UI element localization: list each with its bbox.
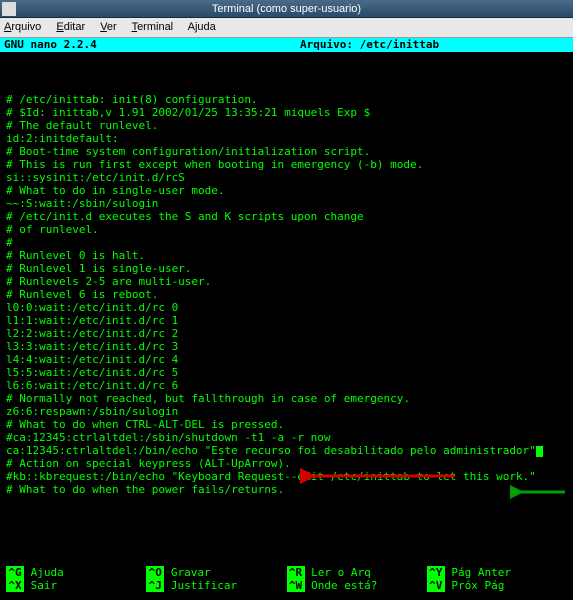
editor-line: # Runlevels 2-5 are multi-user. bbox=[6, 275, 567, 288]
editor-line: l3:3:wait:/etc/init.d/rc 3 bbox=[6, 340, 567, 353]
window-titlebar[interactable]: Terminal (como super-usuario) bbox=[0, 0, 573, 18]
editor-line: # Normally not reached, but fallthrough … bbox=[6, 392, 567, 405]
editor-line: id:2:initdefault: bbox=[6, 132, 567, 145]
text-cursor bbox=[536, 446, 543, 457]
shortcut-label: Onde está? bbox=[311, 579, 377, 592]
shortcut-label: Justificar bbox=[171, 579, 237, 592]
shortcut-key[interactable]: ^J bbox=[146, 579, 164, 592]
editor-line: # The default runlevel. bbox=[6, 119, 567, 132]
shortcut-label: Próx Pág bbox=[451, 579, 504, 592]
nano-file-label: Arquivo: /etc/inittab bbox=[300, 38, 439, 51]
editor-line: # /etc/init.d executes the S and K scrip… bbox=[6, 210, 567, 223]
editor-line: # Runlevel 6 is reboot. bbox=[6, 288, 567, 301]
editor-line: l5:5:wait:/etc/init.d/rc 5 bbox=[6, 366, 567, 379]
shortcut-key[interactable]: ^G bbox=[6, 566, 24, 579]
editor-line: ca:12345:ctrlaltdel:/bin/echo "Este recu… bbox=[6, 444, 567, 457]
menubar: Arquivo Editar Ver Terminal Ajuda bbox=[0, 18, 573, 38]
editor-line: # $Id: inittab,v 1.91 2002/01/25 13:35:2… bbox=[6, 106, 567, 119]
editor-line: si::sysinit:/etc/init.d/rcS bbox=[6, 171, 567, 184]
shortcut-key[interactable]: ^W bbox=[287, 579, 305, 592]
editor-line: #kb::kbrequest:/bin/echo "Keyboard Reque… bbox=[6, 470, 567, 483]
editor-line: # Runlevel 1 is single-user. bbox=[6, 262, 567, 275]
menu-arquivo[interactable]: Arquivo bbox=[4, 21, 41, 33]
menu-editar[interactable]: Editar bbox=[56, 21, 85, 33]
shortcut-label: Sair bbox=[31, 579, 58, 592]
editor-line: # bbox=[6, 236, 567, 249]
editor-line: # What to do when CTRL-ALT-DEL is presse… bbox=[6, 418, 567, 431]
editor-line: # Runlevel 0 is halt. bbox=[6, 249, 567, 262]
shortcut-key[interactable]: ^X bbox=[6, 579, 24, 592]
editor-line: # /etc/inittab: init(8) configuration. bbox=[6, 93, 567, 106]
editor-area[interactable]: # /etc/inittab: init(8) configuration.# … bbox=[0, 52, 573, 566]
editor-line: # Boot-time system configuration/initial… bbox=[6, 145, 567, 158]
editor-line: l6:6:wait:/etc/init.d/rc 6 bbox=[6, 379, 567, 392]
editor-line: ~~:S:wait:/sbin/sulogin bbox=[6, 197, 567, 210]
editor-line: # What to do in single-user mode. bbox=[6, 184, 567, 197]
editor-line: l2:2:wait:/etc/init.d/rc 2 bbox=[6, 327, 567, 340]
editor-line: l1:1:wait:/etc/init.d/rc 1 bbox=[6, 314, 567, 327]
nano-app-name: GNU nano 2.2.4 bbox=[0, 38, 97, 52]
editor-line: # Action on special keypress (ALT-UpArro… bbox=[6, 457, 567, 470]
editor-line: # This is run first except when booting … bbox=[6, 158, 567, 171]
window-title: Terminal (como super-usuario) bbox=[212, 3, 361, 15]
menu-ver[interactable]: Ver bbox=[100, 21, 117, 33]
editor-line: # of runlevel. bbox=[6, 223, 567, 236]
nano-shortcuts: ^G Ajuda ^X Sair ^O Gravar ^J Justificar… bbox=[0, 566, 573, 600]
editor-line: l0:0:wait:/etc/init.d/rc 0 bbox=[6, 301, 567, 314]
shortcut-key[interactable]: ^O bbox=[146, 566, 164, 579]
shortcut-key[interactable]: ^R bbox=[287, 566, 305, 579]
shortcut-label: Ler o Arq bbox=[311, 566, 371, 579]
editor-line: z6:6:respawn:/sbin/sulogin bbox=[6, 405, 567, 418]
shortcut-label: Pág Anter bbox=[451, 566, 511, 579]
menu-terminal[interactable]: Terminal bbox=[132, 21, 174, 33]
editor-line: l4:4:wait:/etc/init.d/rc 4 bbox=[6, 353, 567, 366]
nano-statusbar: GNU nano 2.2.4 Arquivo: /etc/inittab bbox=[0, 38, 573, 52]
editor-line: #ca:12345:ctrlaltdel:/sbin/shutdown -t1 … bbox=[6, 431, 567, 444]
shortcut-label: Ajuda bbox=[31, 566, 64, 579]
shortcut-key[interactable]: ^V bbox=[427, 579, 445, 592]
menu-ajuda[interactable]: Ajuda bbox=[188, 21, 216, 33]
shortcut-label: Gravar bbox=[171, 566, 211, 579]
shortcut-key[interactable]: ^Y bbox=[427, 566, 445, 579]
system-icon bbox=[2, 2, 16, 16]
editor-line: # What to do when the power fails/return… bbox=[6, 483, 567, 496]
